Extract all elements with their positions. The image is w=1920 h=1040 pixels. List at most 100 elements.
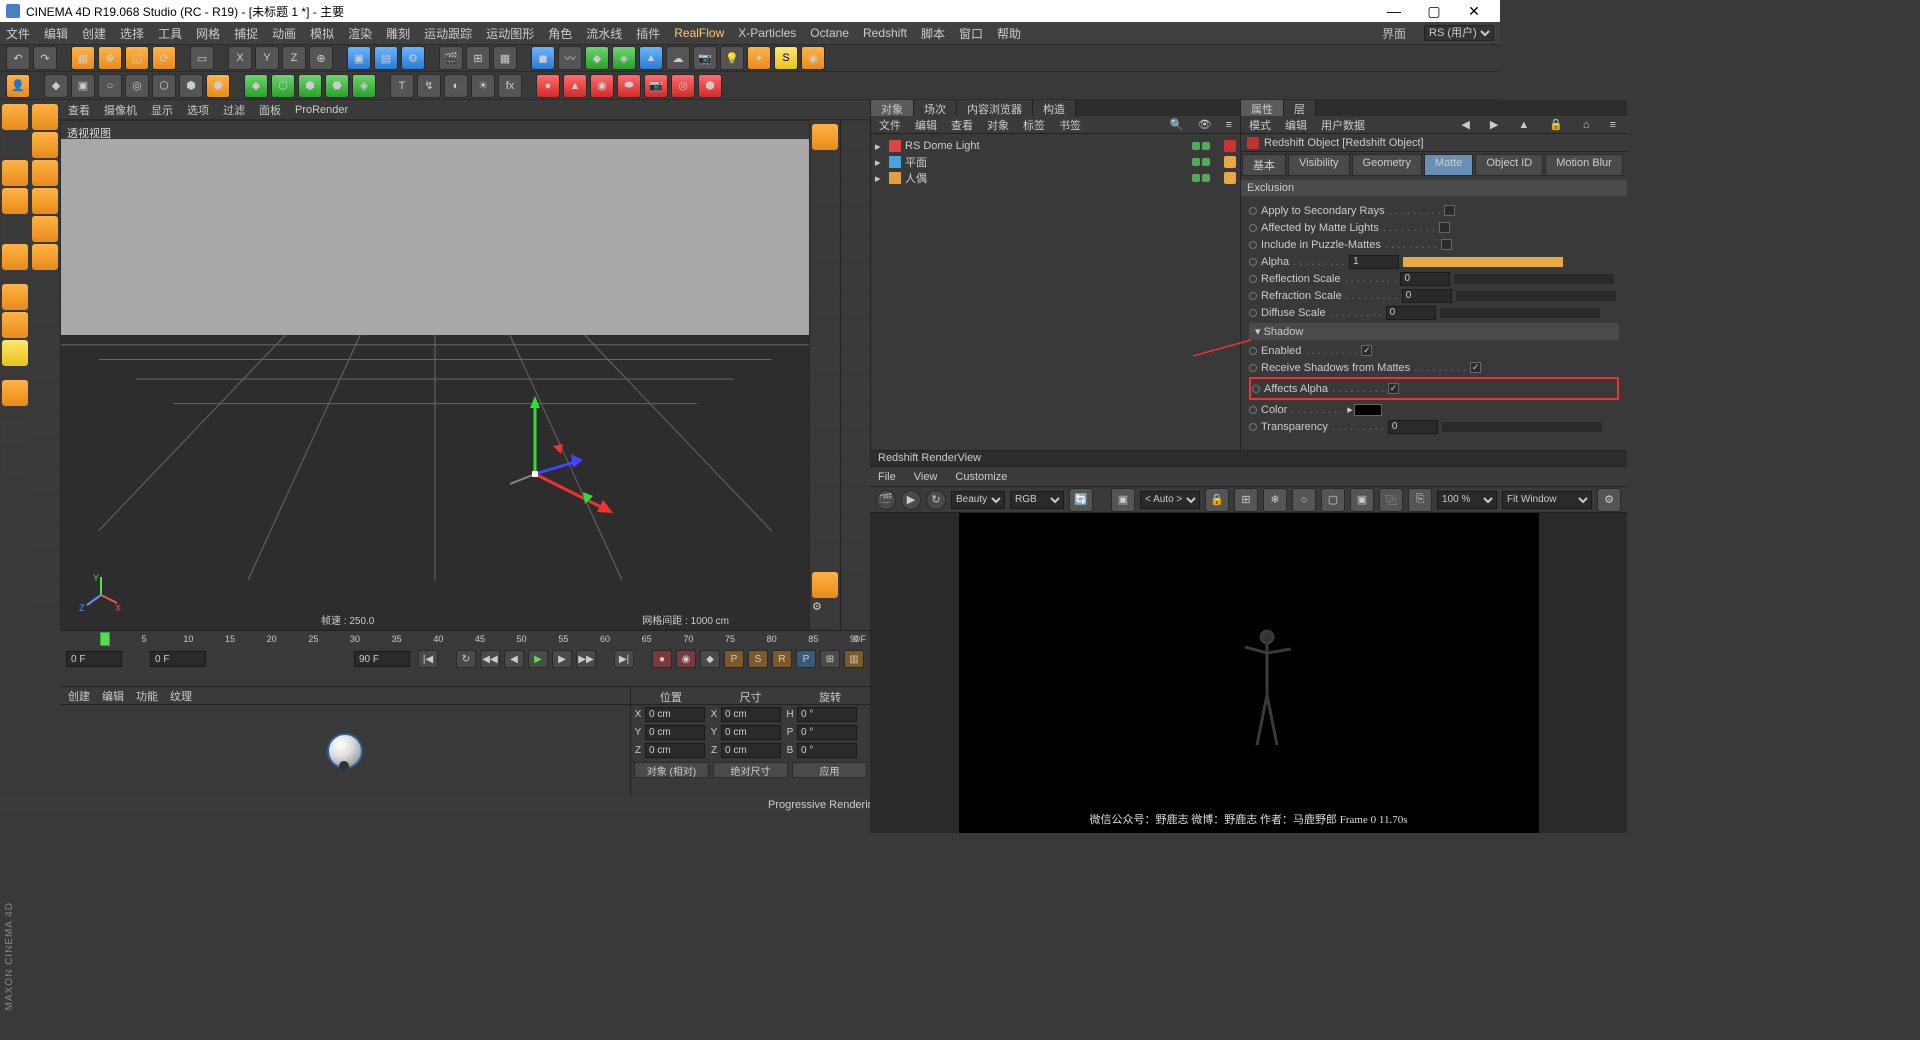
vpmenu-选项[interactable]: 选项: [187, 102, 209, 118]
obj-tab-内容浏览器[interactable]: 内容浏览器: [957, 100, 1033, 116]
vis-render-dot[interactable]: [1202, 158, 1210, 166]
xp-gen-3[interactable]: ⬣: [325, 74, 349, 98]
matmenu-创建[interactable]: 创建: [68, 688, 90, 704]
rs-btn-7[interactable]: ⬢: [698, 74, 722, 98]
goto-end-button[interactable]: ▶|: [614, 650, 634, 668]
octane-button[interactable]: ◉: [801, 46, 825, 70]
param-slider[interactable]: [1442, 422, 1602, 432]
param-input[interactable]: [1386, 306, 1436, 320]
render-pv-button[interactable]: ▤: [374, 46, 398, 70]
light-button[interactable]: 💡: [720, 46, 744, 70]
rs-btn-6[interactable]: ◎: [671, 74, 695, 98]
param-checkbox[interactable]: [1439, 222, 1450, 233]
environment-button[interactable]: ☁: [666, 46, 690, 70]
menu-帮助[interactable]: 帮助: [997, 25, 1021, 42]
lasso-icon[interactable]: [32, 160, 58, 186]
cube-primitive-button[interactable]: ◼: [531, 46, 555, 70]
vpmenu-过滤[interactable]: 过滤: [223, 102, 245, 118]
maximize-button[interactable]: ▢: [1414, 3, 1454, 20]
texture-mode[interactable]: [2, 132, 28, 158]
vs-settings-button[interactable]: ⚙: [812, 600, 838, 626]
tag-icon[interactable]: [1224, 172, 1236, 184]
rv-lock2-icon[interactable]: 🔒: [1205, 488, 1229, 512]
layer-button[interactable]: [2, 448, 28, 474]
rv-clapper-icon[interactable]: 🎬: [876, 490, 896, 510]
anim-dot[interactable]: [1249, 292, 1257, 300]
rvmenu-File[interactable]: File: [878, 471, 896, 483]
xp-emitter[interactable]: ◆: [244, 74, 268, 98]
plugin-btn-6[interactable]: ⬢: [179, 74, 203, 98]
obj-tab-场次[interactable]: 场次: [914, 100, 957, 116]
tag-icon[interactable]: [1224, 140, 1236, 152]
coord-btn[interactable]: 应用: [792, 762, 867, 778]
viewport-canvas[interactable]: Y X Z 帧速 : 250.0 网格间距 : 1000 cm: [61, 139, 809, 629]
grid-k[interactable]: [32, 580, 58, 606]
snap-button[interactable]: ⊞: [466, 46, 490, 70]
menu-雕刻[interactable]: 雕刻: [386, 25, 410, 42]
xp-mod-5[interactable]: fx: [498, 74, 522, 98]
obj-tab-对象[interactable]: 对象: [871, 100, 914, 116]
menu-渲染[interactable]: 渲染: [348, 25, 372, 42]
vis-editor-dot[interactable]: [1192, 158, 1200, 166]
vs2-7[interactable]: [843, 292, 869, 318]
axis-gizmo[interactable]: [435, 374, 635, 574]
xp-gen-1[interactable]: ⬡: [271, 74, 295, 98]
rv-fit-select[interactable]: Fit Window: [1502, 491, 1592, 509]
param-checkbox[interactable]: [1444, 205, 1455, 216]
vs-btn-11[interactable]: [812, 404, 838, 430]
rv-settings-icon[interactable]: ⚙: [1597, 488, 1621, 512]
matmenu-纹理[interactable]: 纹理: [170, 688, 192, 704]
vis-editor-dot[interactable]: [1192, 174, 1200, 182]
vs-btn-9[interactable]: [812, 348, 838, 374]
expand-icon[interactable]: ▸: [875, 156, 885, 169]
rv-snow-icon[interactable]: ❄: [1263, 488, 1287, 512]
autokey-button[interactable]: ◉: [676, 650, 696, 668]
close-button[interactable]: ✕: [1454, 3, 1494, 20]
param-slider[interactable]: [1403, 257, 1563, 267]
coord-size-Y[interactable]: [721, 725, 781, 740]
rs-btn-4[interactable]: ⬬: [617, 74, 641, 98]
menu-X-Particles[interactable]: X-Particles: [738, 26, 796, 40]
key-scale-button[interactable]: S: [748, 650, 768, 668]
frame-current-field[interactable]: 0 F: [150, 651, 206, 667]
anim-dot[interactable]: [1249, 309, 1257, 317]
anim-dot[interactable]: [1249, 258, 1257, 266]
anim-dot[interactable]: [1249, 275, 1257, 283]
object-row[interactable]: ▸ RS Dome Light: [875, 138, 1236, 154]
attr-subtab-Matte[interactable]: Matte: [1424, 154, 1474, 176]
vs-btn-8[interactable]: [812, 320, 838, 346]
grid-j[interactable]: [32, 552, 58, 578]
vs-snap-button[interactable]: [812, 572, 838, 598]
param-slider[interactable]: [1440, 308, 1600, 318]
expand-icon[interactable]: ▸: [875, 172, 885, 185]
grid-c[interactable]: [32, 356, 58, 382]
grid-i[interactable]: [32, 524, 58, 550]
grid-g[interactable]: [32, 468, 58, 494]
poly-mode[interactable]: [2, 244, 28, 270]
grid-b[interactable]: [32, 328, 58, 354]
key-button[interactable]: ◆: [700, 650, 720, 668]
anim-dot[interactable]: [1249, 406, 1257, 414]
param-checkbox[interactable]: ✓: [1361, 345, 1372, 356]
plugin-btn-2[interactable]: ▣: [71, 74, 95, 98]
menu-网格[interactable]: 网格: [196, 25, 220, 42]
model-mode[interactable]: [2, 104, 28, 130]
coord-btn[interactable]: 绝对尺寸: [713, 762, 788, 778]
point-mode[interactable]: [2, 188, 28, 214]
param-slider[interactable]: [1456, 291, 1616, 301]
vpmenu-ProRender[interactable]: ProRender: [295, 104, 348, 116]
anim-dot[interactable]: [1249, 364, 1257, 372]
grid-f[interactable]: [32, 440, 58, 466]
move-icon[interactable]: [32, 104, 58, 130]
anim-dot[interactable]: [1252, 385, 1260, 393]
menu-运动跟踪[interactable]: 运动跟踪: [424, 25, 472, 42]
vs2-8[interactable]: [843, 320, 869, 346]
plugin-btn-7[interactable]: ⬣: [206, 74, 230, 98]
render-view-button[interactable]: ▣: [347, 46, 371, 70]
workplane-mode[interactable]: [2, 160, 28, 186]
anim-dot[interactable]: [1249, 207, 1257, 215]
loop-button[interactable]: ↻: [456, 650, 476, 668]
key-end-button[interactable]: ▥: [844, 650, 864, 668]
vs2-11[interactable]: [843, 404, 869, 430]
section-exclusion[interactable]: Exclusion: [1241, 180, 1627, 196]
